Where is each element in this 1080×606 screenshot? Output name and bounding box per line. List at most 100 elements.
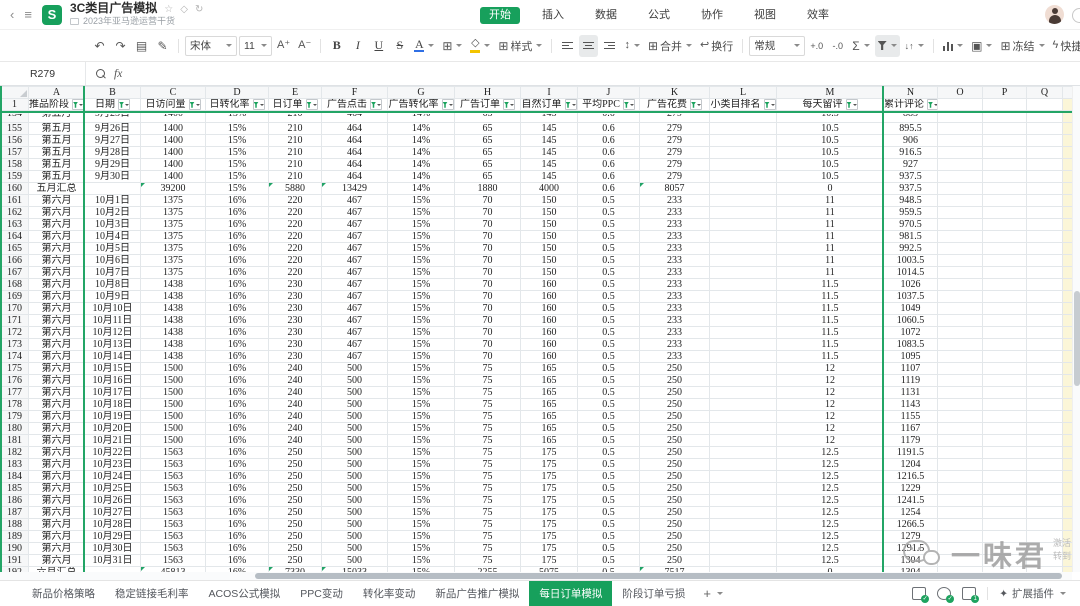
cell[interactable]: 467 (322, 326, 388, 338)
cell[interactable]: 1500 (141, 422, 206, 434)
cell[interactable]: 250 (640, 554, 710, 566)
cell[interactable]: 9月27日 (85, 134, 141, 146)
cell[interactable]: 230 (269, 338, 322, 350)
cell[interactable]: 16% (206, 278, 269, 290)
cell[interactable]: 12 (777, 422, 884, 434)
cell[interactable] (938, 434, 983, 446)
column-letter-N[interactable]: N (884, 87, 938, 99)
menu-tab-5[interactable]: 视图 (745, 7, 785, 24)
cell[interactable]: 10月21日 (85, 434, 141, 446)
cell[interactable] (1027, 410, 1063, 422)
cell[interactable]: 160 (521, 314, 578, 326)
cell[interactable]: 1375 (141, 266, 206, 278)
cell[interactable]: 11 (777, 254, 884, 266)
cell[interactable]: 150 (521, 254, 578, 266)
cell[interactable] (85, 182, 141, 194)
cell[interactable]: 1375 (141, 194, 206, 206)
cell[interactable]: 14% (388, 158, 455, 170)
cell[interactable]: 10月3日 (85, 218, 141, 230)
cell[interactable]: 12 (777, 362, 884, 374)
cell[interactable] (710, 398, 777, 410)
cell[interactable]: 10月29日 (85, 530, 141, 542)
cell[interactable]: 15% (388, 194, 455, 206)
font-size-select[interactable]: 11 (239, 36, 272, 56)
cell[interactable] (983, 410, 1027, 422)
cell[interactable]: 15% (388, 338, 455, 350)
grow-font-button[interactable]: A⁺ (274, 35, 293, 57)
sheet-tab-2[interactable]: ACOS公式模拟 (199, 581, 291, 606)
cell[interactable]: 10月20日 (85, 422, 141, 434)
cell[interactable]: 75 (455, 362, 521, 374)
cell[interactable]: 233 (640, 290, 710, 302)
menu-tab-3[interactable]: 公式 (639, 7, 679, 24)
cell[interactable]: 233 (640, 314, 710, 326)
cell[interactable] (1063, 410, 1073, 422)
cell[interactable] (938, 410, 983, 422)
column-filter-button[interactable] (370, 99, 382, 110)
cell[interactable]: 175 (521, 458, 578, 470)
column-letter-I[interactable]: I (521, 87, 578, 99)
cell[interactable]: 12 (777, 434, 884, 446)
cell[interactable]: 11.5 (777, 278, 884, 290)
cell[interactable]: 279 (640, 134, 710, 146)
cell[interactable] (710, 422, 777, 434)
cell[interactable]: 10月26日 (85, 494, 141, 506)
cell[interactable]: 第六月 (29, 446, 85, 458)
cell[interactable]: 467 (322, 278, 388, 290)
header-cell[interactable]: 累计评论 (884, 99, 938, 111)
cell[interactable]: 500 (322, 446, 388, 458)
cell[interactable]: 10月16日 (85, 374, 141, 386)
cell[interactable]: 1400 (141, 158, 206, 170)
cell[interactable]: 1107 (884, 362, 938, 374)
cell[interactable]: 970.5 (884, 218, 938, 230)
cell[interactable]: 75 (455, 518, 521, 530)
cell[interactable]: 165 (521, 398, 578, 410)
cell[interactable]: 14% (388, 170, 455, 182)
cell[interactable]: 250 (269, 482, 322, 494)
row-number[interactable]: 164 (1, 230, 29, 242)
cell[interactable]: 12.5 (777, 458, 884, 470)
cell[interactable]: 第五月 (29, 146, 85, 158)
cell[interactable]: 16% (206, 482, 269, 494)
cell[interactable]: 16% (206, 230, 269, 242)
cell[interactable]: 240 (269, 422, 322, 434)
column-letter-G[interactable]: G (388, 87, 455, 99)
image-badge-icon[interactable] (962, 587, 976, 600)
fill-color-button[interactable]: ◇ (467, 35, 493, 57)
cell[interactable]: 10月13日 (85, 338, 141, 350)
strikethrough-button[interactable]: S (390, 35, 409, 57)
cell[interactable]: 9月30日 (85, 170, 141, 182)
cell[interactable]: 15% (388, 518, 455, 530)
cell[interactable] (710, 554, 777, 566)
cell[interactable]: 16% (206, 518, 269, 530)
cell[interactable]: 16% (206, 494, 269, 506)
cell[interactable]: 0.5 (578, 338, 640, 350)
cell[interactable] (710, 446, 777, 458)
cell[interactable]: 16% (206, 362, 269, 374)
cell[interactable]: 16% (206, 530, 269, 542)
cell[interactable]: 10.5 (777, 122, 884, 134)
cell[interactable]: 1037.5 (884, 290, 938, 302)
cell[interactable] (1063, 542, 1073, 554)
cell[interactable] (710, 122, 777, 134)
cell[interactable]: 1438 (141, 350, 206, 362)
cell[interactable]: 150 (521, 206, 578, 218)
cell[interactable]: 250 (269, 458, 322, 470)
cell[interactable]: 1563 (141, 470, 206, 482)
cell[interactable]: 16% (206, 254, 269, 266)
cell[interactable]: 1060.5 (884, 314, 938, 326)
cell[interactable] (983, 386, 1027, 398)
cell[interactable] (983, 242, 1027, 254)
cell[interactable]: 160 (521, 338, 578, 350)
row-number[interactable]: 183 (1, 458, 29, 470)
cell[interactable]: 15% (388, 218, 455, 230)
row-number[interactable]: 190 (1, 542, 29, 554)
cell[interactable]: 1049 (884, 302, 938, 314)
cell[interactable] (1027, 338, 1063, 350)
row-number[interactable]: 1 (1, 99, 29, 111)
column-filter-button[interactable] (503, 99, 515, 110)
back-icon[interactable]: ‹ (10, 7, 14, 22)
autosum-button[interactable]: Σ (849, 35, 872, 57)
cell[interactable] (710, 350, 777, 362)
cell[interactable]: 233 (640, 338, 710, 350)
